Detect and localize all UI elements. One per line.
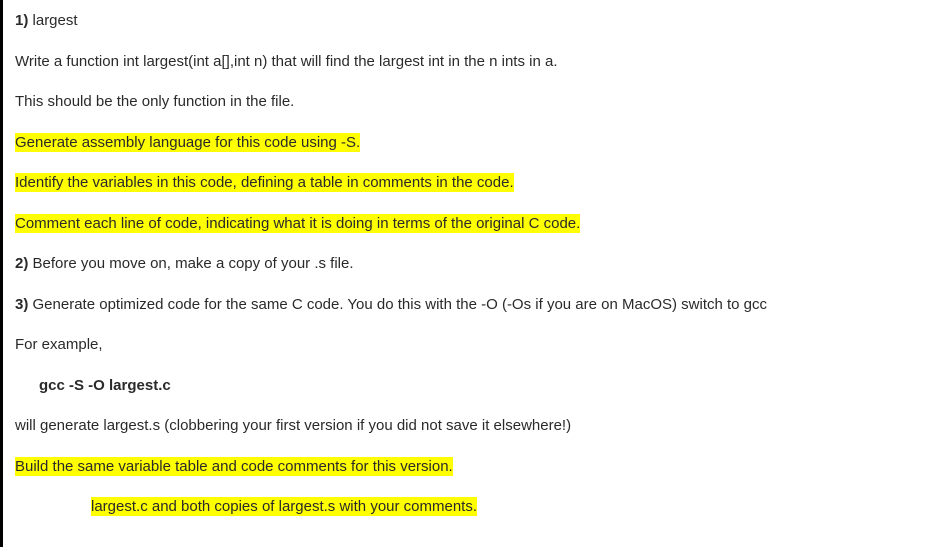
section-3-heading: 3) Generate optimized code for the same … <box>15 294 934 317</box>
section-2-heading: 2) Before you move on, make a copy of yo… <box>15 253 934 276</box>
heading-3-number: 3) <box>15 296 28 313</box>
highlight-text-3: Comment each line of code, indicating wh… <box>15 214 580 233</box>
highlight-text-2: Identify the variables in this code, def… <box>15 173 514 192</box>
section-1-highlight-3: Comment each line of code, indicating wh… <box>15 213 934 236</box>
section-3-highlight-5: largest.c and both copies of largest.s w… <box>15 496 934 519</box>
section-1-heading: 1) largest <box>15 10 934 33</box>
section-3-text: Generate optimized code for the same C c… <box>33 296 768 313</box>
section-3-highlight-4: Build the same variable table and code c… <box>15 456 934 479</box>
highlight-text-5: largest.c and both copies of largest.s w… <box>91 497 477 516</box>
section-1-line-1: Write a function int largest(int a[],int… <box>15 51 934 74</box>
section-3-result: will generate largest.s (clobbering your… <box>15 415 934 438</box>
section-1-line-2: This should be the only function in the … <box>15 91 934 114</box>
heading-1-number: 1) <box>15 12 28 29</box>
section-2-text: Before you move on, make a copy of your … <box>33 255 354 272</box>
highlight-text-1: Generate assembly language for this code… <box>15 133 360 152</box>
gcc-command: gcc -S -O largest.c <box>15 375 934 398</box>
heading-2-number: 2) <box>15 255 28 272</box>
section-1-highlight-1: Generate assembly language for this code… <box>15 132 934 155</box>
highlight-text-4: Build the same variable table and code c… <box>15 457 453 476</box>
example-label: For example, <box>15 334 934 357</box>
heading-1-title: largest <box>33 12 78 29</box>
section-1-highlight-2: Identify the variables in this code, def… <box>15 172 934 195</box>
